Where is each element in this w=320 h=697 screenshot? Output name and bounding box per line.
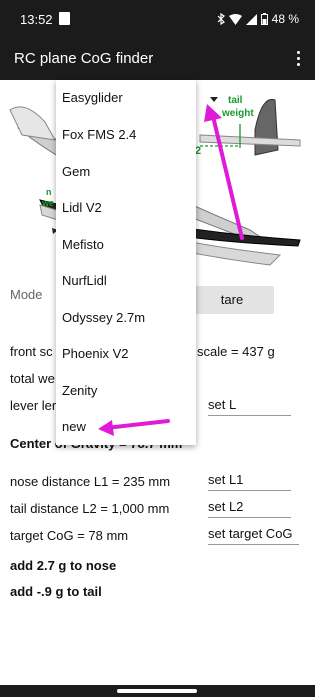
dropdown-item-new[interactable]: new [62,419,86,434]
tail-weight-label-2: weight [221,108,254,119]
tail-weight-label-1: tail [228,95,243,106]
dropdown-item-lidl-v2[interactable]: Lidl V2 [62,200,102,215]
app-bar: RC plane CoG finder [0,38,315,80]
status-time: 13:52 [20,12,53,27]
nav-bar [0,685,315,697]
dropdown-item-nurflidl[interactable]: NurfLidl [62,273,107,288]
total-weight-prefix: total we [10,371,55,386]
more-vert-icon[interactable] [295,51,301,67]
tare-button[interactable]: tare [190,286,274,314]
set-l2-field[interactable]: set L2 [208,499,291,518]
main-content: tail weight 2 n we Mode tare front sc sc… [0,80,315,685]
battery-percent: 48 % [271,12,299,26]
target-cog: target CoG = 78 mm [10,528,129,543]
dropdown-item-odyssey[interactable]: Odyssey 2.7m [62,310,145,325]
dropdown-item-zenity[interactable]: Zenity [62,383,97,398]
nose-weight-label-2: we [41,198,54,208]
bluetooth-icon [217,13,225,25]
signal-icon [245,13,257,25]
battery-icon [260,13,268,25]
plane-dropdown-menu: Easyglider Fox FMS 2.4 Gem Lidl V2 Mefis… [56,80,196,445]
front-scale-prefix: front sc [10,344,53,359]
dropdown-item-phoenix-v2[interactable]: Phoenix V2 [62,346,129,361]
home-gesture-pill[interactable] [117,689,197,693]
add-nose-weight: add 2.7 g to nose [10,558,117,573]
nose-weight-label-1: n [46,187,52,197]
mode-label: Mode [10,287,43,302]
wifi-icon [228,13,242,25]
app-title: RC plane CoG finder [14,50,154,67]
tail-distance: tail distance L2 = 1,000 mm [10,501,170,516]
nose-distance: nose distance L1 = 235 mm [10,474,171,489]
dropdown-item-mefisto[interactable]: Mefisto [62,237,104,252]
front-scale-value: scale = 437 g [197,344,275,359]
lever-length-prefix: lever ler [10,398,57,413]
status-bar: 13:52 48 % [0,0,315,38]
dropdown-item-easyglider[interactable]: Easyglider [62,90,123,105]
set-target-cog-field[interactable]: set target CoG [208,526,299,545]
dropdown-item-fox-fms[interactable]: Fox FMS 2.4 [62,127,136,142]
notification-icon [59,12,70,25]
set-l-field[interactable]: set L [208,397,291,416]
set-l1-field[interactable]: set L1 [208,472,291,491]
dropdown-item-gem[interactable]: Gem [62,164,90,179]
add-tail-weight: add -.9 g to tail [10,584,102,599]
status-icons: 48 % [217,12,299,26]
